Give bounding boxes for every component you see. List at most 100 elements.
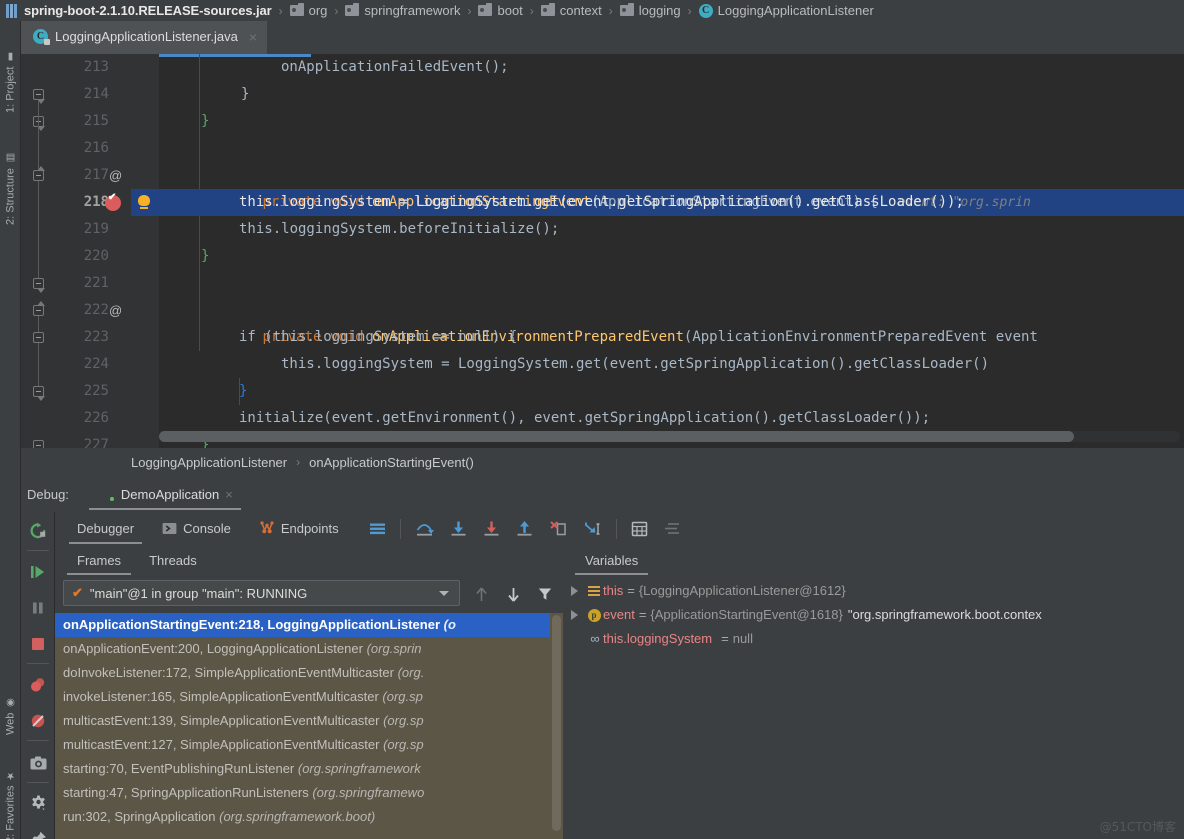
code-line-217: private void onApplicationStartingEvent(… [195,162,1031,189]
step-over-button[interactable] [407,512,442,545]
view-breakpoints-button[interactable] [21,668,55,702]
close-icon[interactable]: × [225,487,233,502]
breadcrumb-item-class[interactable]: C LoggingApplicationListener [699,3,874,18]
frame-list-item[interactable]: doInvokeListener:172, SimpleApplicationE… [55,661,550,685]
frame-list-item-selected[interactable]: onApplicationStartingEvent:218, LoggingA… [55,613,550,637]
layout-settings-button[interactable] [656,512,689,545]
breadcrumb-separator: › [327,4,345,18]
editor-tab-logging-application-listener[interactable]: C LoggingApplicationListener.java × [21,21,267,54]
chevron-right-icon[interactable] [571,586,578,596]
variable-row-logging-system[interactable]: ∞ this.loggingSystem = null [563,627,753,651]
console-icon [162,521,177,536]
tab-debugger[interactable]: Debugger [63,512,148,545]
show-execution-point-button[interactable] [361,512,394,545]
sidebar-item-web[interactable]: Web ◉ [0,689,21,735]
frame-list-item[interactable]: starting:47, SpringApplicationRunListene… [55,781,550,805]
fold-marker[interactable] [33,170,44,181]
pause-program-button[interactable] [21,591,55,625]
jar-title[interactable]: spring-boot-2.1.10.RELEASE-sources.jar [24,3,272,18]
pin-tab-button[interactable] [21,822,55,839]
frames-vertical-scrollbar[interactable] [552,615,561,831]
fold-marker[interactable] [33,386,44,397]
line-number: 224 [21,351,109,378]
frame-method: invokeListener:165, SimpleApplicationEve… [63,689,382,704]
frame-method: onApplicationEvent:200, LoggingApplicati… [63,641,367,656]
line-number: 216 [21,135,109,162]
rerun-button[interactable] [21,514,55,548]
watermark: @51CTO博客 [1100,818,1176,835]
fold-marker[interactable] [33,89,44,100]
annotation-marker-217: @ [109,162,122,189]
code-editor[interactable]: 213 214 215 216 217 218 219 220 221 222 … [21,54,1184,448]
close-icon[interactable]: × [249,29,257,45]
sidebar-item-favorites[interactable]: 2: Favorites ★ [0,761,21,839]
code-text-area[interactable]: onApplicationFailedEvent(); } } private … [159,54,1184,448]
breadcrumb-class[interactable]: LoggingApplicationListener [131,455,287,470]
debug-label: Debug: [27,487,69,502]
step-out-button[interactable] [508,512,541,545]
settings-button[interactable] [21,786,55,820]
filter-frames-button[interactable] [537,586,553,602]
frame-list-item[interactable]: multicastEvent:127, SimpleApplicationEve… [55,733,550,757]
breadcrumb-item-context[interactable]: context [541,3,602,18]
force-step-into-button[interactable] [475,512,508,545]
sidebar-item-label: 1: Project [5,67,17,113]
breadcrumb-separator: › [272,4,290,18]
breadcrumb-item-org[interactable]: org [290,3,328,18]
thread-selector-row: ✔ "main"@1 in group "main": RUNNING [55,577,563,611]
frame-up-button[interactable] [473,586,489,602]
frame-method: starting:70, EventPublishingRunListener [63,761,298,776]
frame-package: (org.sprin [367,641,422,656]
fold-marker[interactable] [33,305,44,316]
frame-package: (org.sp [382,689,422,704]
breakpoint-icon[interactable] [105,195,121,211]
class-icon: C [699,4,713,18]
chevron-down-icon[interactable] [439,591,449,596]
run-to-cursor-button[interactable] [575,512,610,545]
breadcrumb-item-springframework[interactable]: springframework [345,3,460,18]
tab-console[interactable]: Console [148,512,245,545]
frame-package: (o [444,617,456,632]
structure-icon: ▤ [5,152,16,163]
tab-frames[interactable]: Frames [63,545,135,575]
tab-endpoints[interactable]: Endpoints [245,512,353,545]
frames-list[interactable]: onApplicationStartingEvent:218, LoggingA… [55,613,563,839]
frame-down-button[interactable] [505,586,521,602]
screenshot-button[interactable] [21,746,55,780]
intention-bulb-icon[interactable] [138,195,150,207]
debug-session-tab[interactable]: DemoApplication × [89,476,241,512]
frame-list-item[interactable]: invokeListener:165, SimpleApplicationEve… [55,685,550,709]
stop-button[interactable] [21,627,55,661]
drop-frame-button[interactable] [541,512,575,545]
frame-list-item[interactable]: run:302, SpringApplication (org.springfr… [55,805,550,829]
fold-marker[interactable] [33,332,44,343]
variable-row-event[interactable]: p event = {ApplicationStartingEvent@1618… [563,603,1042,627]
sidebar-item-project[interactable]: 1: Project ▮ [0,43,21,113]
breadcrumb-method[interactable]: onApplicationStartingEvent() [309,455,474,470]
breadcrumb-item-boot[interactable]: boot [478,3,522,18]
thread-selector[interactable]: ✔ "main"@1 in group "main": RUNNING [63,580,460,606]
variable-row-this[interactable]: this = {LoggingApplicationListener@1612} [563,579,846,603]
fold-marker[interactable] [33,278,44,289]
code-line-215: } [201,108,209,135]
breadcrumb-item-logging[interactable]: logging [620,3,681,18]
editor-fold-column[interactable] [131,54,159,448]
tab-threads[interactable]: Threads [135,545,211,575]
frame-list-item[interactable]: starting:70, EventPublishingRunListener … [55,757,550,781]
evaluate-expression-button[interactable] [623,512,656,545]
breadcrumb-label: springframework [364,3,460,18]
chevron-right-icon[interactable] [571,610,578,620]
chain-icon: ∞ [585,627,603,651]
editor-hscrollbar-thumb[interactable] [159,431,1074,442]
frame-list-item[interactable]: onApplicationEvent:200, LoggingApplicati… [55,637,550,661]
resume-program-button[interactable] [21,555,55,589]
breadcrumb-separator: › [602,4,620,18]
mute-breakpoints-button[interactable] [21,704,55,738]
tab-variables[interactable]: Variables [571,545,652,575]
sidebar-item-structure[interactable]: 2: Structure ▤ [0,143,21,225]
frame-method: multicastEvent:127, SimpleApplicationEve… [63,737,383,752]
fold-marker[interactable] [33,440,44,448]
step-into-button[interactable] [442,512,475,545]
frame-list-item[interactable]: multicastEvent:139, SimpleApplicationEve… [55,709,550,733]
breadcrumb-label: LoggingApplicationListener [718,3,874,18]
